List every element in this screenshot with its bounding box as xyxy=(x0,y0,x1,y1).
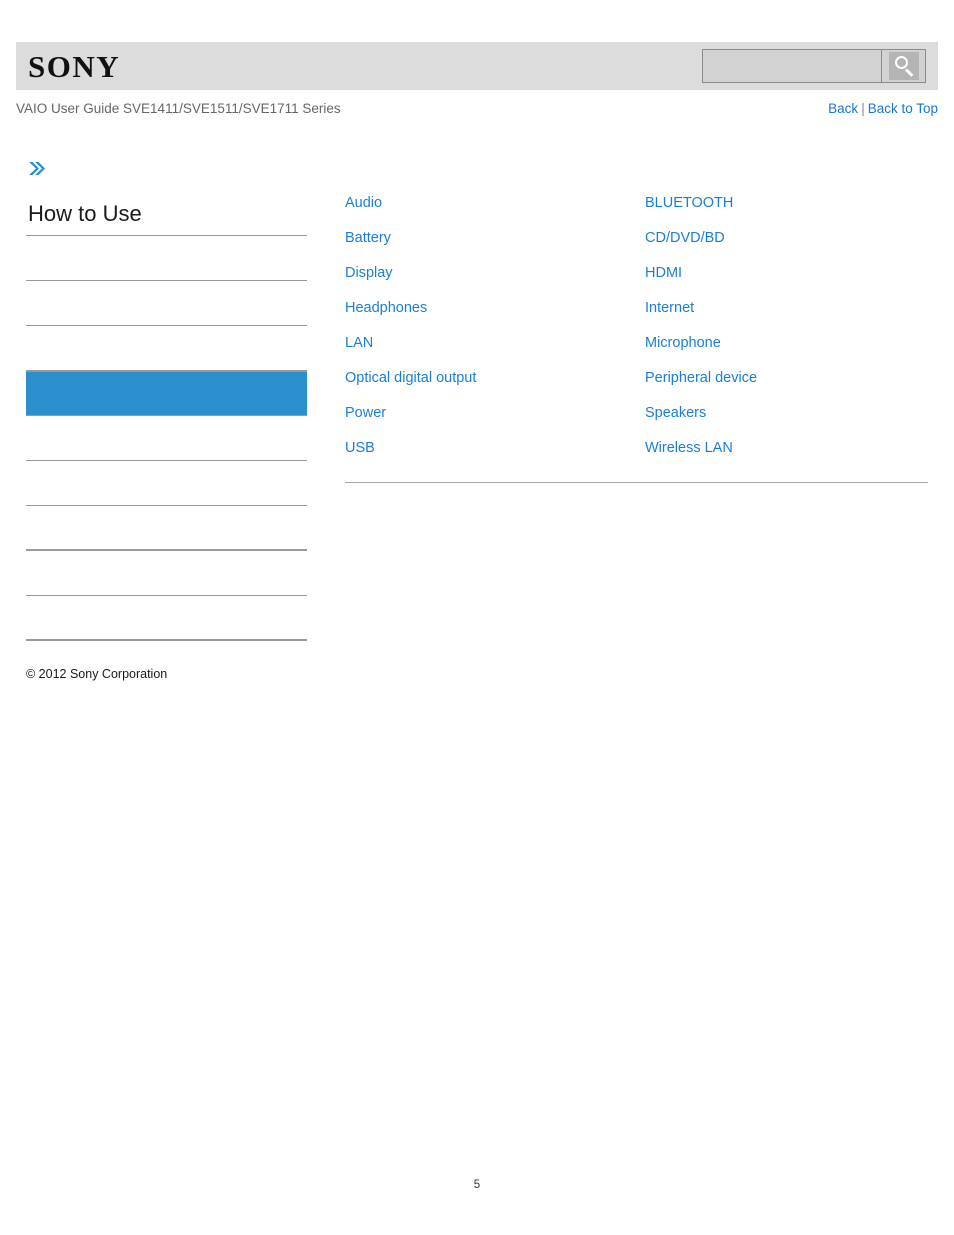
list-item: Headphones xyxy=(345,291,645,326)
topic-link-bluetooth[interactable]: BLUETOOTH xyxy=(645,196,733,211)
list-item: Wireless LAN xyxy=(645,431,928,466)
topic-link-cd-dvd-bd[interactable]: CD/DVD/BD xyxy=(645,231,725,246)
list-item: Microphone xyxy=(645,326,928,361)
header-bar: SONY xyxy=(16,42,938,90)
sidebar-item-1[interactable] xyxy=(26,281,307,327)
link-column-right: BLUETOOTH CD/DVD/BD HDMI Internet Microp… xyxy=(645,186,928,466)
title-row: VAIO User Guide SVE1411/SVE1511/SVE1711 … xyxy=(16,101,938,121)
sidebar-item-5[interactable] xyxy=(26,461,307,507)
sidebar-item-4[interactable] xyxy=(26,416,307,462)
back-to-top-link[interactable]: Back to Top xyxy=(868,101,938,116)
main-content: Audio Battery Display Headphones LAN Opt… xyxy=(345,186,928,483)
sidebar-item-3-active[interactable] xyxy=(26,371,307,417)
list-item: HDMI xyxy=(645,256,928,291)
topic-link-display[interactable]: Display xyxy=(345,266,393,281)
sidebar-item-7[interactable] xyxy=(26,551,307,597)
list-item: Optical digital output xyxy=(345,361,645,396)
topic-link-audio[interactable]: Audio xyxy=(345,196,382,211)
topic-link-power[interactable]: Power xyxy=(345,406,386,421)
list-item: Speakers xyxy=(645,396,928,431)
list-item: Peripheral device xyxy=(645,361,928,396)
topic-link-battery[interactable]: Battery xyxy=(345,231,391,246)
page-number: 5 xyxy=(473,1179,481,1191)
sidebar-heading: How to Use xyxy=(26,201,307,237)
list-item: Audio xyxy=(345,186,645,221)
list-item: BLUETOOTH xyxy=(645,186,928,221)
copyright-text: © 2012 Sony Corporation xyxy=(26,667,168,682)
topic-link-speakers[interactable]: Speakers xyxy=(645,406,706,421)
list-item: Display xyxy=(345,256,645,291)
double-chevron-right-icon xyxy=(29,162,45,175)
search-input[interactable] xyxy=(703,50,881,82)
link-column-left: Audio Battery Display Headphones LAN Opt… xyxy=(345,186,645,466)
topic-link-internet[interactable]: Internet xyxy=(645,301,694,316)
top-navigation: Back | Back to Top xyxy=(828,101,938,116)
search-button[interactable] xyxy=(881,50,925,82)
topic-link-peripheral-device[interactable]: Peripheral device xyxy=(645,371,757,386)
topic-link-microphone[interactable]: Microphone xyxy=(645,336,721,351)
topic-link-wireless-lan[interactable]: Wireless LAN xyxy=(645,441,733,456)
list-item: CD/DVD/BD xyxy=(645,221,928,256)
back-link[interactable]: Back xyxy=(828,101,858,116)
nav-separator: | xyxy=(861,101,865,116)
list-item: LAN xyxy=(345,326,645,361)
list-item: Battery xyxy=(345,221,645,256)
topic-link-optical-digital-output[interactable]: Optical digital output xyxy=(345,371,476,386)
list-item: Internet xyxy=(645,291,928,326)
sidebar-item-6[interactable] xyxy=(26,506,307,552)
sidebar: How to Use © 2012 Sony Corporation xyxy=(26,158,307,681)
page-title: VAIO User Guide SVE1411/SVE1511/SVE1711 … xyxy=(16,101,341,116)
link-columns: Audio Battery Display Headphones LAN Opt… xyxy=(345,186,928,466)
sidebar-item-8[interactable] xyxy=(26,596,307,642)
sidebar-item-2[interactable] xyxy=(26,326,307,372)
list-item: Power xyxy=(345,396,645,431)
search-icon xyxy=(888,52,919,80)
topic-link-headphones[interactable]: Headphones xyxy=(345,301,427,316)
page-root: SONY VAIO User Guide SVE1411/SVE1511/SVE… xyxy=(0,0,954,1235)
sidebar-item-0[interactable] xyxy=(26,236,307,282)
sidebar-nav-list xyxy=(26,236,307,642)
sony-logo: SONY xyxy=(28,48,121,84)
topic-link-hdmi[interactable]: HDMI xyxy=(645,266,682,281)
list-item: USB xyxy=(345,431,645,466)
topic-link-usb[interactable]: USB xyxy=(345,441,375,456)
topic-link-lan[interactable]: LAN xyxy=(345,336,373,351)
search-box xyxy=(702,49,926,83)
